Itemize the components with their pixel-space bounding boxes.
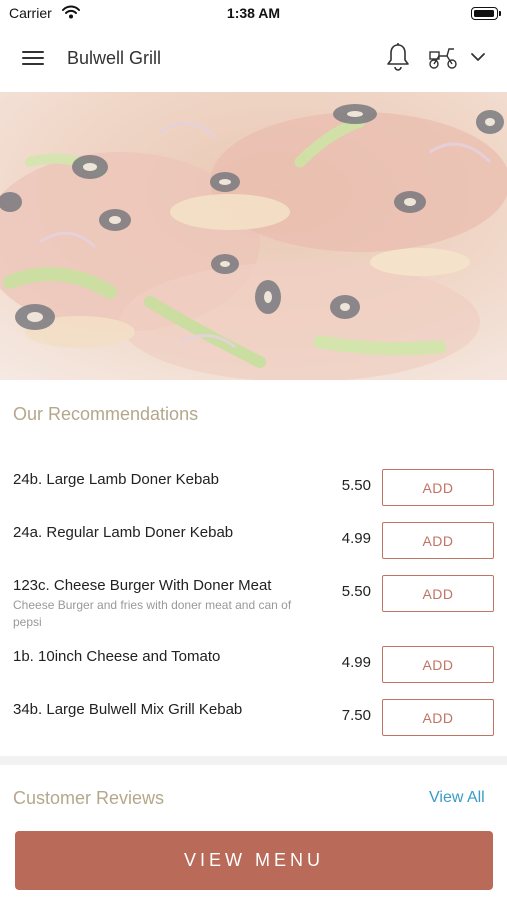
add-button[interactable]: ADD [382, 575, 494, 612]
page-title: Bulwell Grill [67, 48, 162, 68]
item-price: 7.50 [341, 707, 371, 724]
view-menu-button[interactable]: VIEW MENU [15, 831, 493, 890]
item-price: 5.50 [341, 583, 371, 600]
app-header: Bulwell Grill [0, 26, 507, 92]
add-button[interactable]: ADD [382, 699, 494, 736]
add-button[interactable]: ADD [382, 646, 494, 683]
item-price: 5.50 [341, 477, 371, 494]
item-price: 4.99 [341, 654, 371, 671]
section-divider [0, 756, 507, 765]
item-description: Cheese Burger and fries with doner meat … [13, 598, 292, 629]
item-name: 1b. 10inch Cheese and Tomato [13, 648, 221, 665]
bell-icon[interactable] [385, 42, 411, 72]
item-name: 34b. Large Bulwell Mix Grill Kebab [13, 701, 243, 718]
menu-icon[interactable] [22, 49, 46, 67]
battery-icon [471, 7, 501, 20]
scooter-icon[interactable] [427, 46, 459, 70]
item-name: 24b. Large Lamb Doner Kebab [13, 471, 219, 488]
recommendations-title: Our Recommendations [13, 404, 199, 424]
add-button[interactable]: ADD [382, 469, 494, 506]
view-all-link[interactable]: View All [429, 789, 485, 807]
status-bar: Carrier 1:38 AM [0, 0, 507, 26]
item-name: 24a. Regular Lamb Doner Kebab [13, 524, 234, 541]
reviews-title: Customer Reviews [13, 788, 165, 808]
add-button[interactable]: ADD [382, 522, 494, 559]
chevron-down-icon[interactable] [470, 51, 486, 63]
item-name: 123c. Cheese Burger With Doner Meat [13, 577, 272, 594]
hero-image [0, 92, 507, 380]
status-time: 1:38 AM [226, 5, 281, 21]
item-price: 4.99 [341, 530, 371, 547]
